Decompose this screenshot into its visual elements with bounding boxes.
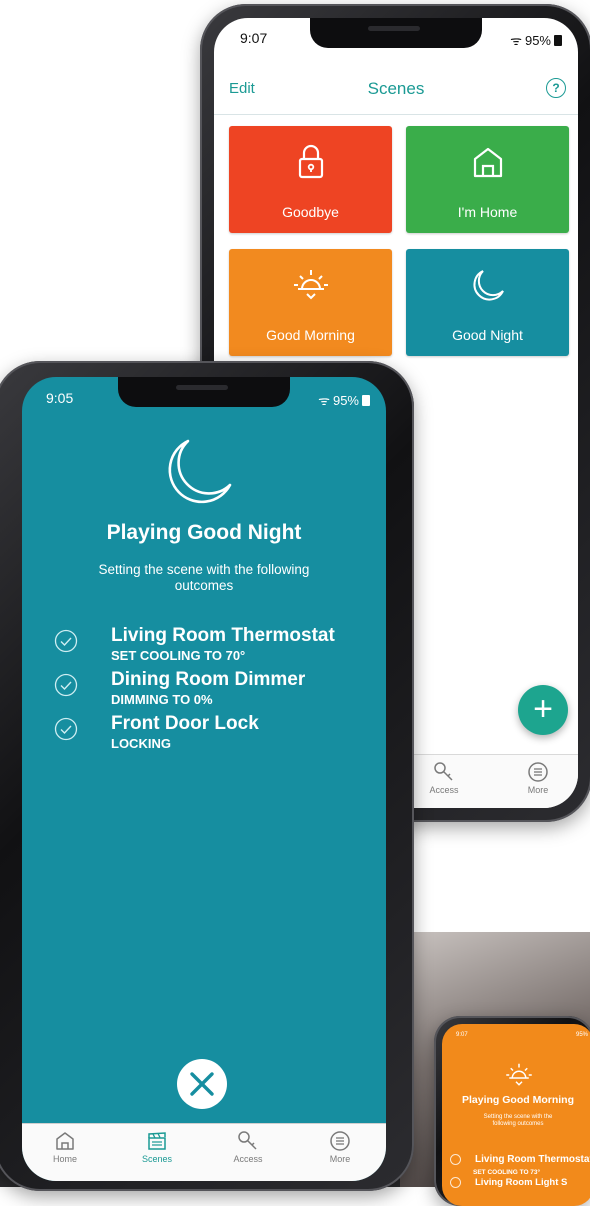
status-battery: ᯤ 95% <box>318 391 370 409</box>
mini-title: Playing Good Morning <box>462 1094 574 1106</box>
scene-tile-goodbye[interactable]: Goodbye <box>229 126 392 233</box>
outcome-action: DIMMING TO 0% <box>111 692 213 707</box>
moon-icon <box>472 270 504 301</box>
clapperboard-icon <box>148 1132 166 1150</box>
mini-outcome: Living Room Thermostat <box>450 1154 590 1165</box>
tile-label: I'm Home <box>457 204 518 220</box>
close-button[interactable] <box>177 1059 227 1109</box>
mini-phone: 9:07 95% Playing Good Morning Setting th… <box>434 1016 590 1206</box>
mini-outcome: Living Room Light S <box>450 1177 567 1188</box>
scene-tile-good-morning[interactable]: Good Morning <box>229 249 392 356</box>
tile-label: Goodbye <box>282 204 339 220</box>
sunrise-icon <box>293 270 328 300</box>
lock-icon <box>298 144 323 179</box>
tile-label: Good Night <box>452 327 523 343</box>
check-circle-icon <box>450 1177 461 1188</box>
nav-home[interactable]: Home <box>35 1130 95 1164</box>
menu-icon <box>528 762 548 782</box>
house-icon <box>473 147 502 178</box>
mini-subtitle: Setting the scene with the following out… <box>483 1114 553 1127</box>
outcome-action: SET COOLING TO 70° <box>111 648 246 663</box>
moon-icon <box>168 439 232 504</box>
nav-label: Scenes <box>141 1154 173 1164</box>
add-scene-button[interactable]: + <box>518 685 568 735</box>
page-title: Scenes <box>367 79 425 98</box>
check-circle-icon <box>54 717 78 741</box>
notch <box>310 18 482 48</box>
close-icon <box>190 1072 214 1096</box>
nav-more[interactable]: More <box>508 761 568 795</box>
nav-access[interactable]: Access <box>218 1130 278 1164</box>
battery-icon <box>362 394 370 406</box>
tile-label: Good Morning <box>266 327 355 343</box>
nav-label: Home <box>52 1154 77 1164</box>
mini-outcome-name: Living Room Thermostat <box>475 1154 590 1166</box>
mini-screen: 9:07 95% Playing Good Morning Setting th… <box>442 1024 590 1206</box>
battery-icon <box>554 34 562 46</box>
nav-label: Access <box>233 1154 263 1164</box>
outcome-action: LOCKING <box>111 736 171 751</box>
nav-label: Access <box>429 785 459 795</box>
nav-label: More <box>329 1154 351 1164</box>
nav-scenes[interactable]: Scenes <box>127 1130 187 1164</box>
menu-icon <box>330 1131 350 1151</box>
playing-subtitle: Setting the scene with the following out… <box>98 562 310 593</box>
mini-outcome-action: SET COOLING TO 73° <box>473 1169 541 1176</box>
wifi-icon: ᯤ <box>318 393 330 408</box>
help-icon[interactable]: ? <box>546 78 566 98</box>
playing-title: Playing Good Night <box>106 521 302 544</box>
status-time: 9:07 <box>240 30 268 46</box>
check-circle-icon <box>54 673 78 697</box>
wifi-icon: ᯤ <box>510 33 522 48</box>
outcome-name: Living Room Thermostat <box>111 625 335 646</box>
battery-label: 95% <box>524 32 551 48</box>
mini-outcome-name: Living Room Light S <box>475 1177 568 1189</box>
nav-more[interactable]: More <box>310 1130 370 1164</box>
key-icon <box>238 1131 257 1150</box>
battery-label: 95% <box>332 392 359 408</box>
outcome-name: Dining Room Dimmer <box>111 669 306 690</box>
playing-phone: 9:05 ᯤ 95% Playing Good Night Setting th… <box>0 361 414 1191</box>
check-circle-icon <box>450 1154 461 1165</box>
status-time: 9:05 <box>46 390 74 406</box>
key-icon <box>434 762 453 781</box>
scenes-header: Edit Scenes ? <box>214 64 578 115</box>
status-battery: 95% <box>575 1032 588 1038</box>
bottom-nav: Home Scenes Access More <box>22 1123 386 1181</box>
scene-tile-good-night[interactable]: Good Night <box>406 249 569 356</box>
playing-screen: 9:05 ᯤ 95% Playing Good Night Setting th… <box>22 377 386 1181</box>
nav-label: More <box>527 785 549 795</box>
nav-access[interactable]: Access <box>414 761 474 795</box>
check-circle-icon <box>54 629 78 653</box>
status-time: 9:07 <box>456 1032 468 1038</box>
outcome-name: Front Door Lock <box>111 713 259 734</box>
sunrise-icon <box>506 1063 532 1086</box>
notch <box>118 377 290 407</box>
house-icon <box>56 1132 74 1150</box>
status-battery: ᯤ 95% <box>510 31 562 49</box>
scene-tile-im-home[interactable]: I'm Home <box>406 126 569 233</box>
